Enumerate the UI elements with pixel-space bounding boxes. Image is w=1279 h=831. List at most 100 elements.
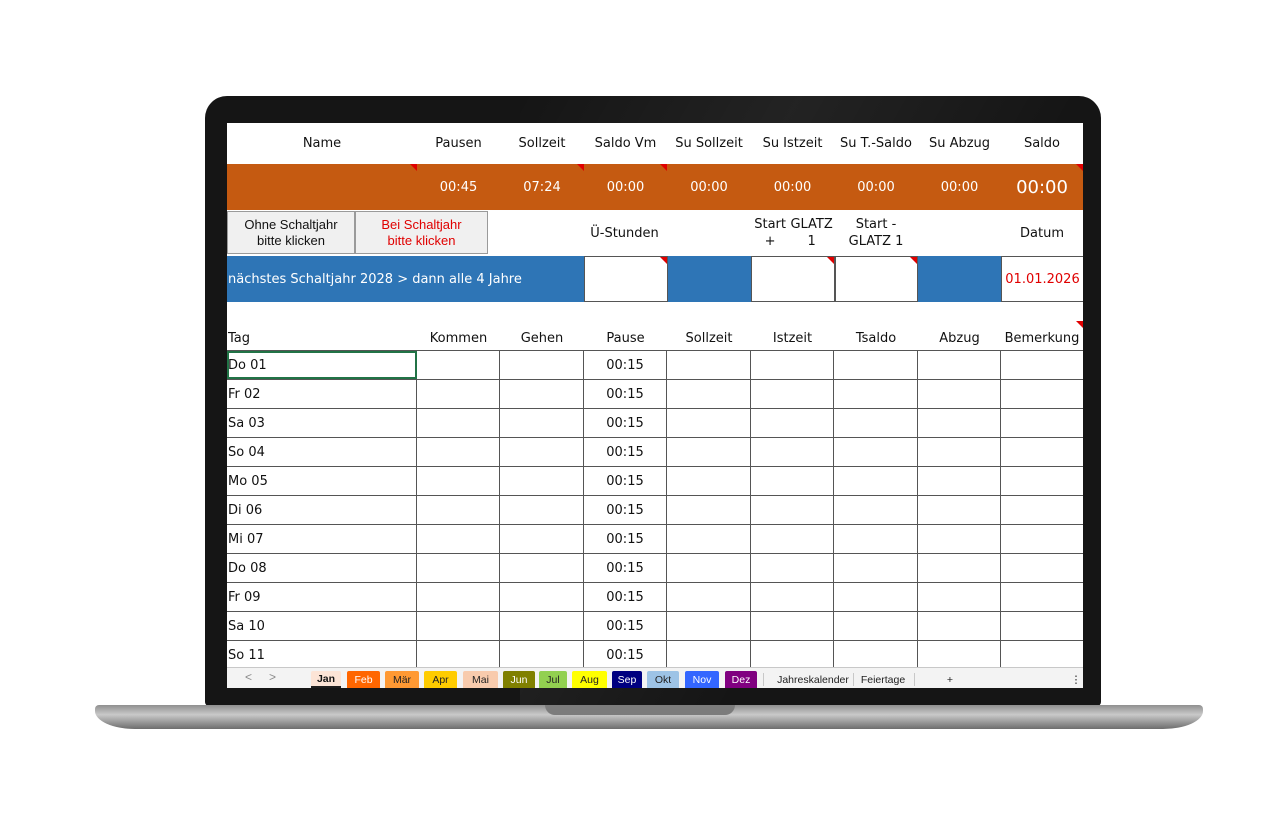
cell-gehen[interactable] — [500, 612, 584, 640]
start-plus-input[interactable] — [751, 256, 835, 302]
ohne-schaltjahr-button[interactable]: Ohne Schaltjahr bitte klicken — [227, 211, 355, 254]
cell-abzug[interactable] — [918, 641, 1001, 669]
summary-su-sollzeit[interactable]: 00:00 — [667, 164, 751, 210]
cell-kommen[interactable] — [417, 554, 500, 582]
cell-kommen[interactable] — [417, 641, 500, 669]
tab-scroll-right-icon[interactable]: > — [269, 670, 276, 684]
cell-pause[interactable]: 00:15 — [584, 438, 667, 466]
cell-bemerkung[interactable] — [1001, 612, 1083, 640]
cell-gehen[interactable] — [500, 409, 584, 437]
cell-kommen[interactable] — [417, 467, 500, 495]
summary-su-abzug[interactable]: 00:00 — [918, 164, 1001, 210]
sheet-tab-feiertage[interactable]: Feiertage — [855, 671, 911, 688]
cell-tag[interactable]: Di 06 — [227, 496, 417, 524]
cell-tag[interactable]: Fr 02 — [227, 380, 417, 408]
cell-abzug[interactable] — [918, 380, 1001, 408]
cell-abzug[interactable] — [918, 409, 1001, 437]
summary-sollzeit[interactable]: 07:24 — [500, 164, 584, 210]
cell-abzug[interactable] — [918, 467, 1001, 495]
cell-tsaldo[interactable] — [834, 351, 918, 379]
summary-su-istzeit[interactable]: 00:00 — [751, 164, 834, 210]
sheet-tab-mai[interactable]: Mai — [463, 671, 498, 688]
cell-kommen[interactable] — [417, 612, 500, 640]
cell-tag[interactable]: So 11 — [227, 641, 417, 669]
cell-abzug[interactable] — [918, 438, 1001, 466]
cell-bemerkung[interactable] — [1001, 583, 1083, 611]
cell-tag[interactable]: So 04 — [227, 438, 417, 466]
cell-pause[interactable]: 00:15 — [584, 496, 667, 524]
cell-gehen[interactable] — [500, 351, 584, 379]
cell-gehen[interactable] — [500, 641, 584, 669]
cell-abzug[interactable] — [918, 496, 1001, 524]
cell-pause[interactable]: 00:15 — [584, 351, 667, 379]
cell-sollzeit[interactable] — [667, 467, 751, 495]
ue-stunden-input[interactable] — [584, 256, 668, 302]
sheet-tab-jul[interactable]: Jul — [539, 671, 567, 688]
sheet-tab-nov[interactable]: Nov — [685, 671, 719, 688]
sheet-tab-apr[interactable]: Apr — [424, 671, 457, 688]
summary-saldo-vm[interactable]: 00:00 — [584, 164, 667, 210]
cell-pause[interactable]: 00:15 — [584, 612, 667, 640]
cell-sollzeit[interactable] — [667, 351, 751, 379]
cell-tsaldo[interactable] — [834, 612, 918, 640]
cell-bemerkung[interactable] — [1001, 438, 1083, 466]
cell-gehen[interactable] — [500, 583, 584, 611]
cell-istzeit[interactable] — [751, 351, 834, 379]
cell-bemerkung[interactable] — [1001, 641, 1083, 669]
cell-istzeit[interactable] — [751, 554, 834, 582]
cell-bemerkung[interactable] — [1001, 496, 1083, 524]
cell-tag[interactable]: Mi 07 — [227, 525, 417, 553]
cell-kommen[interactable] — [417, 380, 500, 408]
cell-tsaldo[interactable] — [834, 438, 918, 466]
summary-pausen[interactable]: 00:45 — [417, 164, 500, 210]
cell-bemerkung[interactable] — [1001, 525, 1083, 553]
cell-sollzeit[interactable] — [667, 554, 751, 582]
cell-tsaldo[interactable] — [834, 380, 918, 408]
bei-schaltjahr-button[interactable]: Bei Schaltjahr bitte klicken — [355, 211, 488, 254]
cell-kommen[interactable] — [417, 351, 500, 379]
cell-istzeit[interactable] — [751, 612, 834, 640]
cell-sollzeit[interactable] — [667, 380, 751, 408]
cell-tsaldo[interactable] — [834, 554, 918, 582]
cell-istzeit[interactable] — [751, 467, 834, 495]
sheet-tab-jun[interactable]: Jun — [503, 671, 535, 688]
cell-pause[interactable]: 00:15 — [584, 380, 667, 408]
sheet-tab-sep[interactable]: Sep — [612, 671, 642, 688]
cell-tag[interactable]: Sa 03 — [227, 409, 417, 437]
cell-tag[interactable]: Do 01 — [227, 351, 417, 379]
sheet-tab-dez[interactable]: Dez — [725, 671, 757, 688]
cell-istzeit[interactable] — [751, 496, 834, 524]
cell-bemerkung[interactable] — [1001, 467, 1083, 495]
cell-istzeit[interactable] — [751, 380, 834, 408]
cell-abzug[interactable] — [918, 525, 1001, 553]
cell-bemerkung[interactable] — [1001, 554, 1083, 582]
summary-su-tsaldo[interactable]: 00:00 — [834, 164, 918, 210]
cell-tsaldo[interactable] — [834, 496, 918, 524]
sheet-tab-feb[interactable]: Feb — [347, 671, 380, 688]
cell-pause[interactable]: 00:15 — [584, 525, 667, 553]
cell-pause[interactable]: 00:15 — [584, 641, 667, 669]
cell-gehen[interactable] — [500, 467, 584, 495]
cell-gehen[interactable] — [500, 380, 584, 408]
cell-kommen[interactable] — [417, 525, 500, 553]
cell-tsaldo[interactable] — [834, 641, 918, 669]
sheet-tab-jan[interactable]: Jan — [311, 671, 341, 688]
add-sheet-icon[interactable]: + — [937, 671, 963, 688]
sheet-tab-mär[interactable]: Mär — [385, 671, 419, 688]
cell-abzug[interactable] — [918, 612, 1001, 640]
cell-abzug[interactable] — [918, 554, 1001, 582]
cell-gehen[interactable] — [500, 525, 584, 553]
summary-saldo[interactable]: 00:00 — [1001, 164, 1083, 210]
more-options-icon[interactable]: ⋮ — [1071, 671, 1082, 688]
cell-istzeit[interactable] — [751, 438, 834, 466]
cell-tag[interactable]: Fr 09 — [227, 583, 417, 611]
cell-bemerkung[interactable] — [1001, 409, 1083, 437]
cell-sollzeit[interactable] — [667, 612, 751, 640]
cell-abzug[interactable] — [918, 583, 1001, 611]
cell-istzeit[interactable] — [751, 525, 834, 553]
cell-sollzeit[interactable] — [667, 525, 751, 553]
cell-kommen[interactable] — [417, 583, 500, 611]
cell-pause[interactable]: 00:15 — [584, 467, 667, 495]
sheet-tab-okt[interactable]: Okt — [647, 671, 679, 688]
cell-gehen[interactable] — [500, 438, 584, 466]
